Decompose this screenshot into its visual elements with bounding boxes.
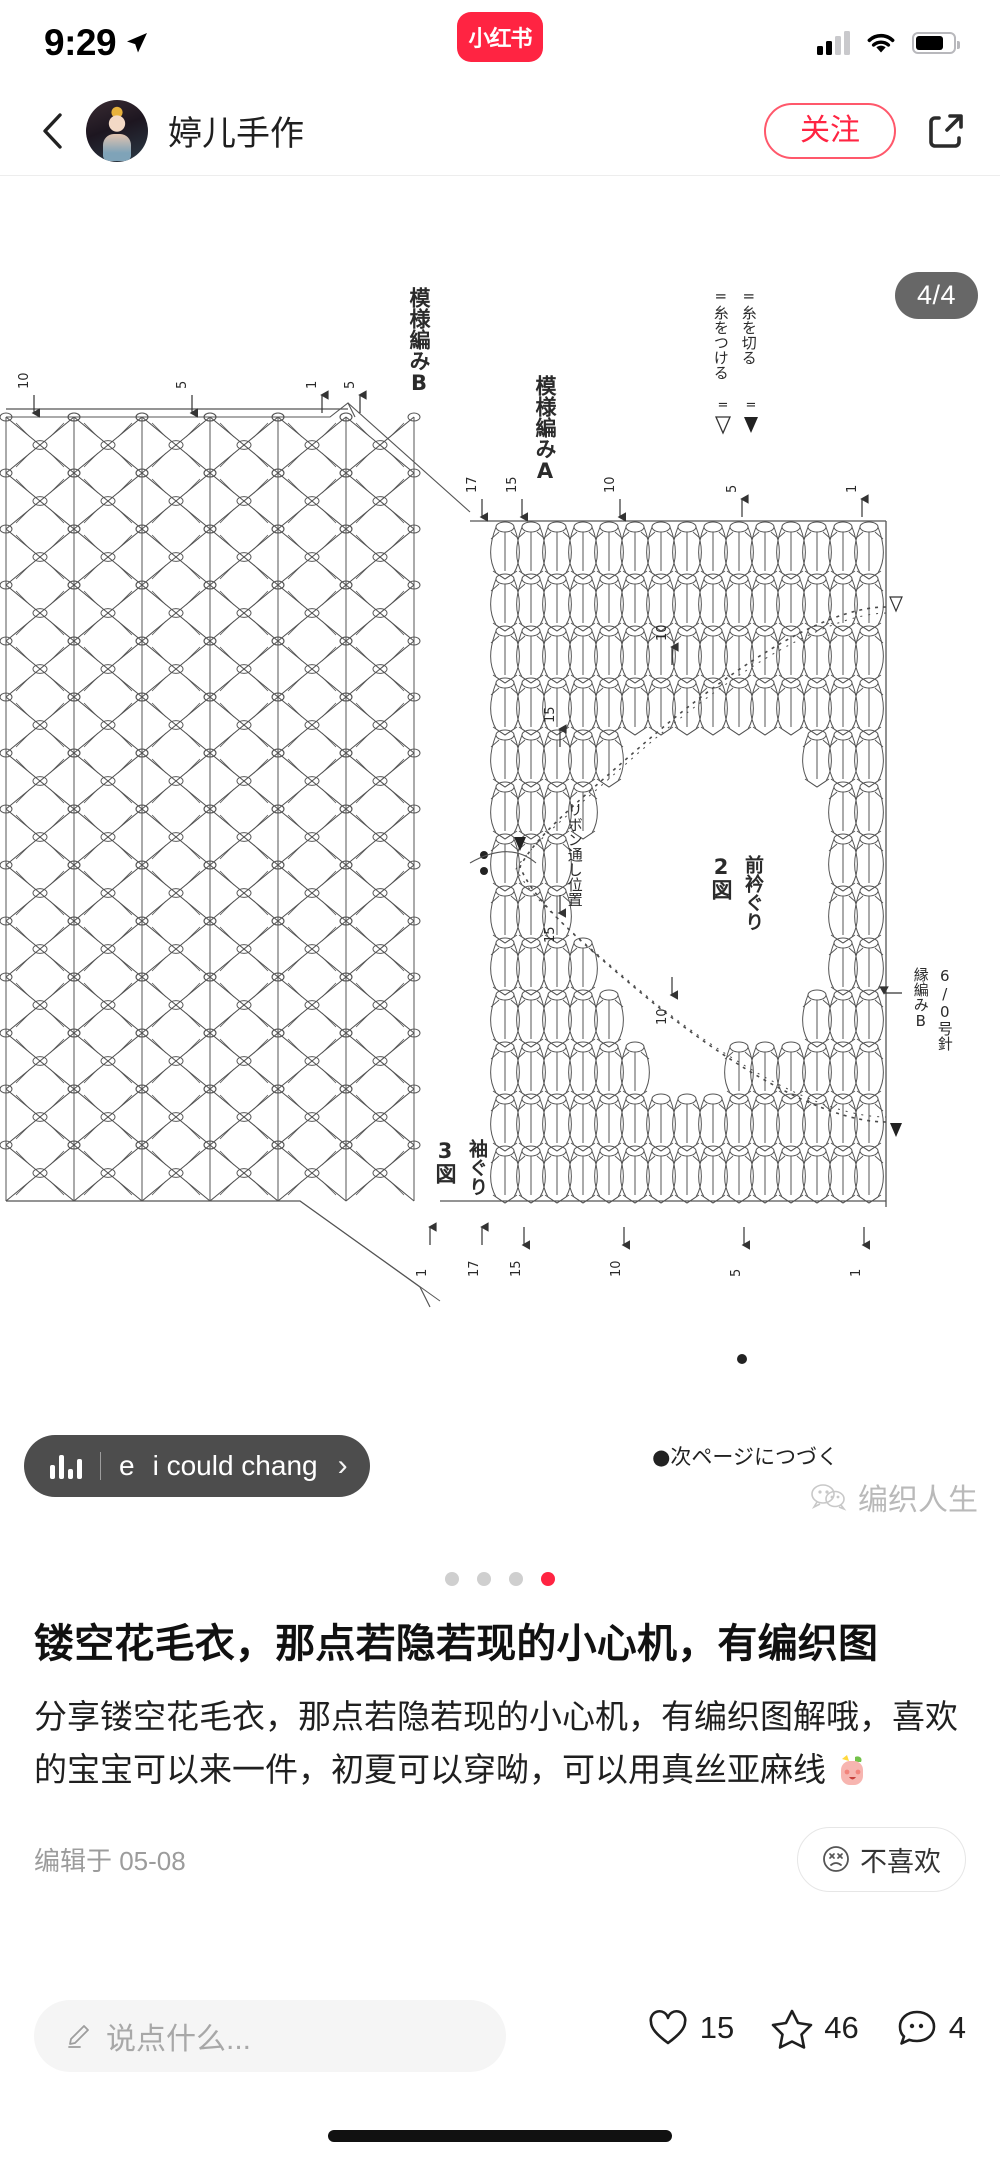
carousel-dot-active[interactable] [541, 1572, 555, 1586]
svg-text:10: 10 [655, 624, 670, 641]
status-bar: 9:29 小红书 [0, 0, 1000, 86]
avatar[interactable] [86, 99, 148, 162]
location-arrow-icon [127, 33, 148, 53]
svg-text:17: 17 [467, 1260, 482, 1277]
heart-icon [649, 2009, 687, 2045]
svg-text:10: 10 [17, 372, 32, 389]
page-title: 镂空花毛衣，那点若隐若现的小心机，有编织图 [34, 1622, 879, 1666]
status-time-group: 9:29 [44, 22, 149, 64]
chart-label-armhole: 袖ぐり [465, 1139, 488, 1196]
follow-button[interactable]: 关注 [764, 102, 896, 159]
comment-icon [898, 2010, 936, 2045]
music-title: i could chang [152, 1450, 318, 1481]
svg-text:1: 1 [305, 381, 320, 389]
svg-text:=: = [718, 398, 729, 413]
post-body-text: 分享镂空花毛衣，那点若隐若现的小心机，有编织图解哦，喜欢的宝宝可以来一件，初夏可… [34, 1698, 958, 1789]
wifi-icon [867, 33, 895, 53]
chart-label-fig2: 2図 [709, 855, 734, 900]
svg-text:15: 15 [543, 706, 558, 723]
svg-text:=: = [746, 398, 757, 413]
music-pill[interactable]: e i could chang › [24, 1435, 370, 1497]
crochet-chart: 10 5 1 5 17 15 10 5 1 1 17 15 10 5 1 10 … [0, 277, 1000, 1457]
svg-text:5: 5 [175, 381, 190, 389]
comment-count: 4 [948, 2010, 966, 2045]
cellular-signal-icon [817, 31, 850, 55]
chart-legend-cut-yarn: =糸を切る [739, 287, 758, 365]
share-icon [929, 113, 963, 148]
svg-text:1: 1 [849, 1269, 864, 1277]
svg-text:5: 5 [343, 381, 358, 389]
carousel-dot[interactable] [477, 1572, 491, 1586]
chart-label-front-neck: 前衿ぐり [741, 855, 764, 931]
svg-text:10: 10 [609, 1260, 624, 1277]
peach-emoji [841, 1755, 864, 1786]
chart-legend-attach-yarn: =糸をつける [711, 287, 730, 380]
collect-button[interactable]: 46 [770, 2006, 859, 2050]
app-logo-text: 小红书 [468, 26, 532, 51]
svg-text:10: 10 [603, 476, 618, 493]
chart-label-hook-size: 6/0号針 [935, 967, 954, 1051]
svg-text:1: 1 [415, 1269, 430, 1277]
dislike-button[interactable]: 不喜欢 [797, 1826, 966, 1892]
svg-text:5: 5 [725, 485, 740, 493]
collect-count: 46 [824, 2010, 859, 2045]
post-body: 分享镂空花毛衣，那点若隐若现的小心机，有编织图解哦，喜欢的宝宝可以来一件，初夏可… [34, 1690, 966, 1797]
status-time: 9:29 [44, 22, 117, 63]
status-indicators [817, 30, 960, 56]
post-image-carousel[interactable]: 4/4 10 5 1 5 17 15 10 5 1 1 17 15 10 5 1… [0, 177, 1000, 1579]
crochet-chart-svg: 10 5 1 5 17 15 10 5 1 1 17 15 10 5 1 10 … [0, 372, 903, 1364]
pill-divider [100, 1452, 101, 1480]
edit-date: 编辑于 05-08 [34, 1845, 186, 1876]
post-header: 婷儿手作 关注 [0, 86, 1000, 176]
back-button[interactable] [32, 111, 72, 151]
music-prefix: e [119, 1450, 135, 1481]
engagement-actions: 15 46 4 [646, 2000, 966, 2050]
like-button[interactable]: 15 [646, 2006, 734, 2050]
app-screen: 9:29 小红书 婷儿手作 关注 4/4 10 5 1 5 17 15 10 5… [0, 0, 1000, 2164]
svg-text:15: 15 [509, 1260, 524, 1277]
post-content: 镂空花毛衣，那点若隐若现的小心机，有编织图 分享镂空花毛衣，那点若隐若现的小心机… [0, 1618, 1000, 1892]
chart-label-pattern-b: 模様編みB [407, 287, 432, 395]
svg-text:1: 1 [845, 485, 860, 493]
xiaohongshu-logo: 小红书 [457, 12, 543, 62]
star-icon [771, 2009, 813, 2049]
chevron-right-icon: › [337, 1449, 348, 1482]
header-actions: 关注 [764, 102, 968, 159]
comment-input[interactable]: 说点什么... [34, 2000, 506, 2072]
watermark-text: 编织人生 [858, 1483, 978, 1518]
carousel-dot[interactable] [445, 1572, 459, 1586]
watermark: 编织人生 [810, 1475, 978, 1519]
post-meta: 编辑于 05-08 不喜欢 [34, 1826, 966, 1892]
chart-label-edging-b: 縁編みB [911, 967, 930, 1030]
chart-label-fig3: 3図 [433, 1139, 458, 1184]
svg-text:10: 10 [655, 1008, 670, 1025]
comment-placeholder: 说点什么... [106, 2023, 252, 2056]
carousel-dot[interactable] [509, 1572, 523, 1586]
chart-label-pattern-a: 模様編みA [533, 375, 558, 483]
chart-continue-note: ●次ページにつづく [652, 1445, 838, 1469]
dislike-label: 不喜欢 [860, 1846, 941, 1877]
svg-text:17: 17 [465, 476, 480, 493]
chevron-left-icon [43, 112, 62, 149]
pencil-icon [68, 2025, 89, 2048]
like-count: 15 [699, 2010, 735, 2045]
music-equalizer-icon [50, 1453, 82, 1479]
battery-icon [912, 32, 960, 54]
app-logo-badge: 小红书 [457, 12, 543, 62]
frown-face-icon [823, 1846, 849, 1873]
share-button[interactable] [924, 109, 968, 153]
chart-label-ribbon-position: リボン通し位置 [565, 802, 584, 907]
wechat-icon [811, 1484, 847, 1511]
author-name[interactable]: 婷儿手作 [168, 106, 304, 155]
svg-text:15: 15 [543, 926, 558, 943]
page-counter-badge: 4/4 [894, 272, 978, 319]
home-indicator [328, 2130, 672, 2142]
comment-button[interactable]: 4 [895, 2006, 966, 2050]
carousel-dots [0, 1572, 1000, 1586]
svg-text:5: 5 [729, 1269, 744, 1277]
svg-text:15: 15 [505, 476, 520, 493]
